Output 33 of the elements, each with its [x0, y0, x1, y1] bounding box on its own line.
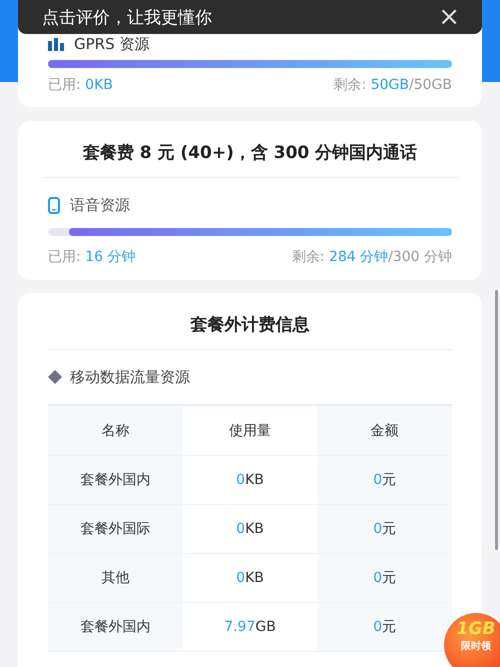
- plan-title: 套餐费 8 元 (40+)，含 300 分钟国内通话: [82, 142, 418, 165]
- toast-banner[interactable]: 点击评价，让我更懂你 ×: [18, 0, 482, 34]
- table-cell: 0元: [317, 456, 452, 504]
- table-cell: 套餐外国内: [48, 456, 183, 504]
- resource-label: GPRS 资源: [74, 34, 150, 54]
- subsection-title: 移动数据流量资源: [70, 368, 190, 386]
- close-button[interactable]: ×: [438, 4, 460, 30]
- table-cell: 其他: [48, 554, 183, 602]
- scrollbar[interactable]: [495, 290, 498, 550]
- table-cell: 套餐外国际: [48, 505, 183, 553]
- promo-text: 限时领: [461, 640, 491, 653]
- column-header: 名称: [48, 406, 183, 455]
- used-amount: 已用: 16 分钟: [48, 248, 136, 266]
- diamond-icon: [48, 370, 62, 384]
- promo-text: 1GB: [456, 619, 496, 639]
- section-title: 套餐外计费信息: [189, 314, 310, 337]
- bar-chart-icon: [48, 37, 64, 51]
- resource-label: 语音资源: [70, 196, 130, 214]
- remaining-amount: 剩余: 50GB/50GB: [334, 76, 452, 94]
- table-cell: 0KB: [182, 554, 318, 602]
- column-header: 使用量: [182, 406, 318, 455]
- used-amount: 已用: 0KB: [48, 76, 113, 94]
- column-header: 金额: [317, 406, 452, 455]
- toast-text: 点击评价，让我更懂你: [42, 6, 212, 28]
- table-cell: 0KB: [182, 456, 318, 504]
- table-cell: 7.97GB: [182, 603, 318, 651]
- remaining-amount: 剩余: 284 分钟/300 分钟: [292, 248, 452, 266]
- table-cell: 0KB: [182, 505, 318, 553]
- table-cell: 0元: [317, 505, 452, 553]
- phone-icon: [48, 196, 60, 214]
- table-cell: 0元: [317, 603, 452, 651]
- table-cell: 套餐外国内: [48, 603, 183, 651]
- table-cell: 0元: [317, 554, 452, 602]
